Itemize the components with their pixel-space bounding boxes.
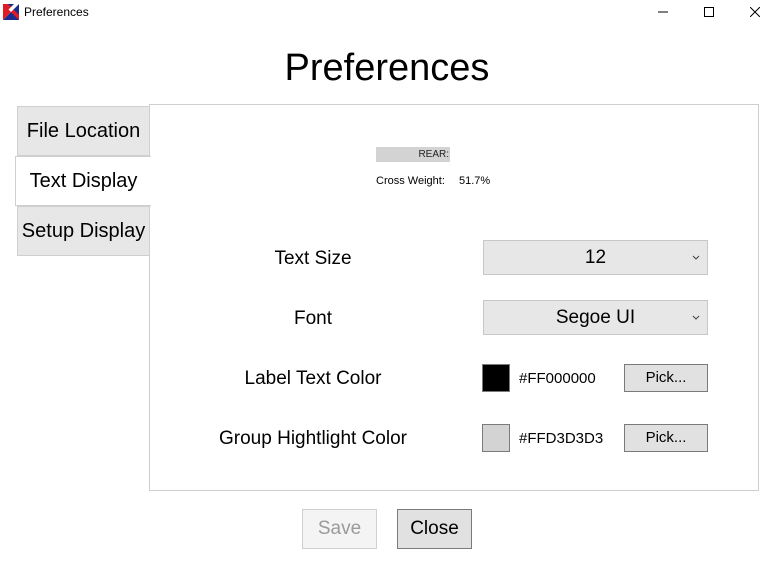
cross-weight-label: Cross Weight: [376, 175, 445, 187]
font-value: Segoe UI [555, 307, 636, 328]
label-text-color-label: Label Text Color [244, 368, 382, 389]
tab-label: Setup Display [21, 219, 146, 242]
font-select[interactable]: Segoe UI [483, 300, 708, 335]
chevron-down-icon [692, 255, 700, 260]
close-button[interactable]: Close [397, 509, 472, 549]
tab-label: File Location [26, 119, 141, 142]
page-title: Preferences [284, 47, 490, 89]
group-highlight-color-value: #FFD3D3D3 [519, 430, 604, 447]
group-highlight-color-swatch [482, 424, 510, 452]
window-title: Preferences [24, 5, 89, 19]
preview-bar: REAR: [376, 147, 450, 162]
tab-text-display[interactable]: Text Display [15, 156, 151, 206]
text-size-value: 12 [584, 247, 607, 268]
font-label: Font [293, 308, 333, 329]
window-titlebar: Preferences [0, 0, 770, 26]
cross-weight-value: 51.7% [459, 175, 491, 187]
label-text-color-swatch [482, 364, 510, 392]
group-highlight-color-pick-button[interactable]: Pick... [624, 424, 708, 452]
tab-setup-display[interactable]: Setup Display [17, 206, 150, 256]
save-button[interactable]: Save [302, 509, 377, 549]
close-icon [750, 7, 760, 17]
text-size-label: Text Size [274, 248, 352, 269]
tab-file-location[interactable]: File Location [17, 106, 150, 156]
chevron-down-icon [692, 315, 700, 320]
close-window-button[interactable] [732, 0, 770, 24]
tab-label: Text Display [29, 169, 138, 192]
minimize-icon [658, 11, 668, 13]
maximize-icon [704, 7, 714, 17]
minimize-button[interactable] [640, 0, 686, 24]
label-text-color-value: #FF000000 [519, 370, 596, 387]
maximize-button[interactable] [686, 0, 732, 24]
group-highlight-color-label: Group Hightlight Color [219, 428, 407, 449]
text-size-select[interactable]: 12 [483, 240, 708, 275]
app-icon [3, 4, 19, 20]
label-text-color-pick-button[interactable]: Pick... [624, 364, 708, 392]
